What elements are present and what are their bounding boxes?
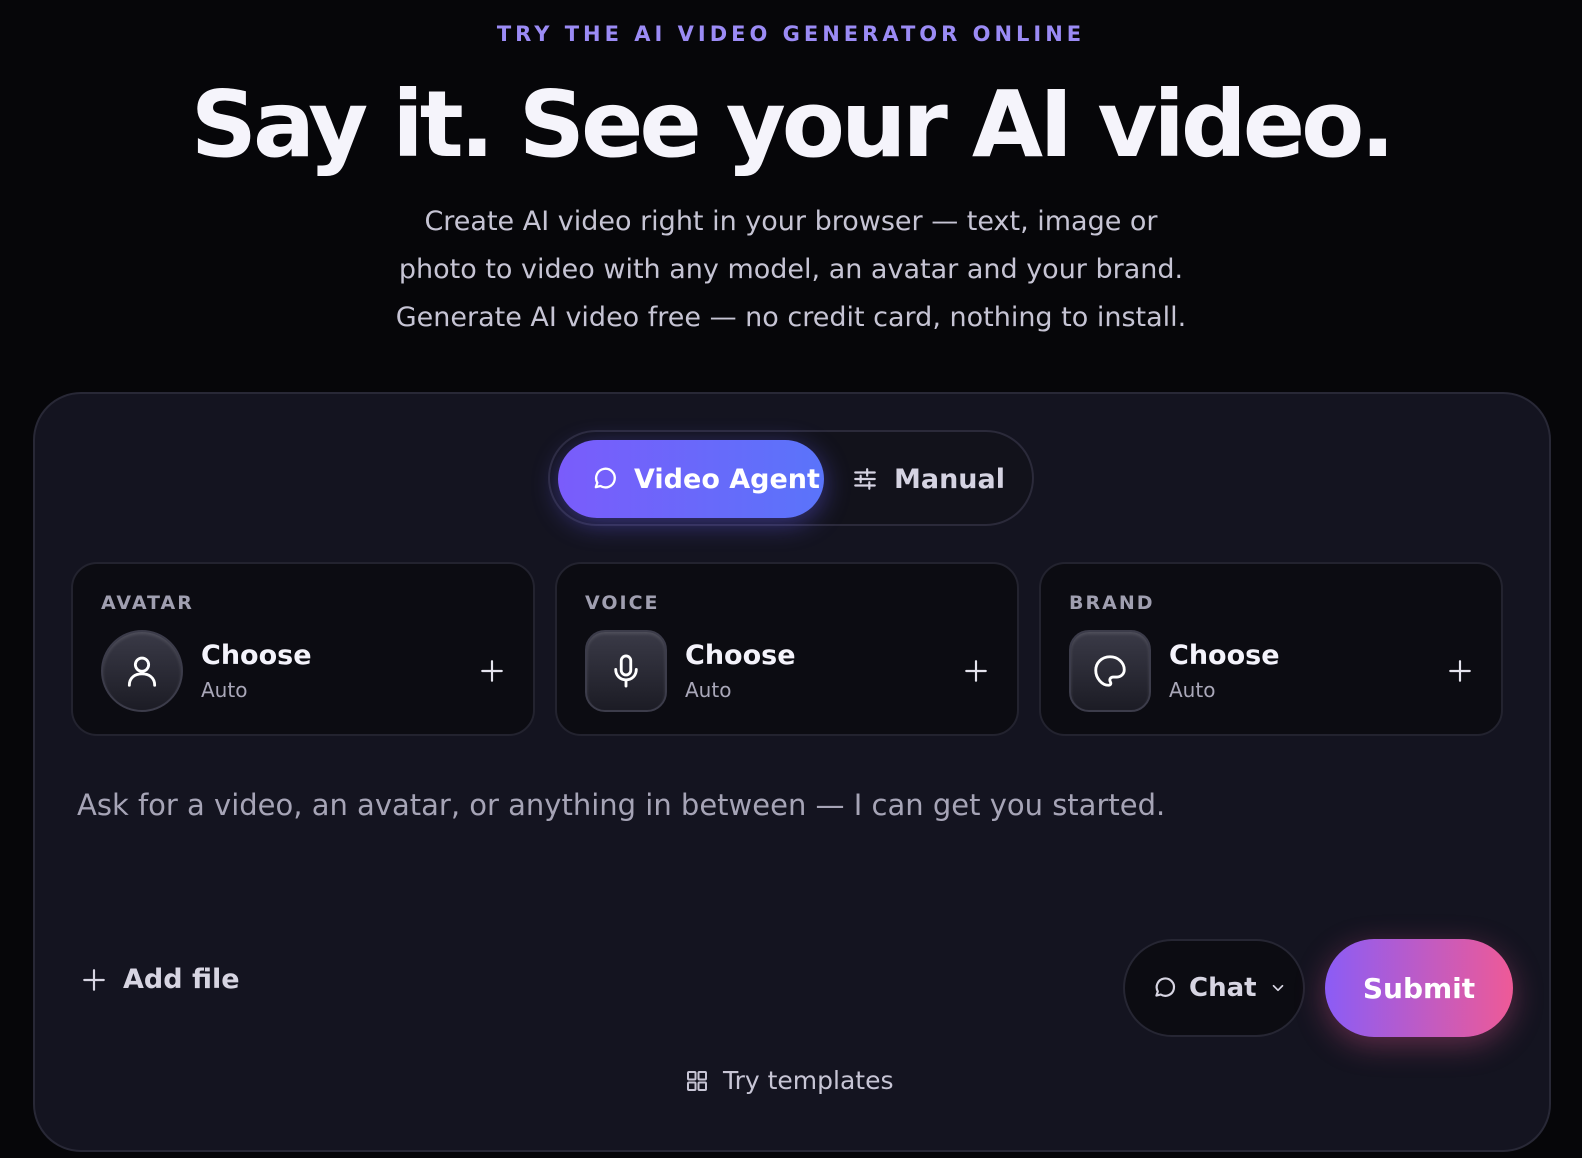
avatar-slot[interactable]: AVATAR Choose Auto	[71, 562, 535, 736]
slot-title: Choose	[685, 640, 796, 671]
grid-icon	[687, 1070, 707, 1091]
avatar-thumb	[101, 630, 183, 712]
brand-slot[interactable]: BRAND Choose Auto	[1039, 562, 1503, 736]
voice-thumb	[585, 630, 667, 712]
chat-mode-label: Chat	[1189, 973, 1257, 1003]
voice-slot[interactable]: VOICE Choose Auto	[555, 562, 1019, 736]
microphone-icon	[614, 654, 638, 688]
mode-video-agent-button[interactable]: Video Agent	[558, 440, 824, 518]
add-brand-plus-icon[interactable]	[1447, 658, 1473, 684]
page-title: Say it. See your AI video.	[190, 71, 1396, 178]
palette-icon	[1094, 655, 1126, 687]
mode-toggle: Video Agent Manual	[548, 430, 1034, 526]
subtitle: Create AI video right in your browser — …	[0, 198, 1582, 342]
slot-label: VOICE	[585, 592, 660, 614]
chat-bubble-icon	[594, 467, 616, 489]
slot-value: Auto	[1169, 678, 1216, 702]
eyebrow-text: TRY THE AI VIDEO GENERATOR ONLINE	[496, 22, 1086, 46]
subtitle-line: Generate AI video free — no credit card,…	[395, 302, 1187, 333]
add-voice-plus-icon[interactable]	[963, 658, 989, 684]
user-icon	[127, 656, 157, 687]
page: TRY THE AI VIDEO GENERATOR ONLINE Say it…	[0, 0, 1582, 1158]
add-file-label: Add file	[123, 964, 240, 995]
mode-manual-button[interactable]: Manual	[852, 440, 1022, 518]
slot-label: AVATAR	[101, 592, 194, 614]
plus-icon	[83, 968, 105, 991]
brand-thumb	[1069, 630, 1151, 712]
subtitle-line: Create AI video right in your browser — …	[424, 206, 1158, 237]
chevron-down-icon	[1272, 984, 1283, 992]
submit-button[interactable]: Submit	[1325, 939, 1513, 1037]
slot-title: Choose	[1169, 640, 1280, 671]
sliders-icon	[854, 468, 876, 490]
mode-video-agent-label: Video Agent	[634, 463, 820, 495]
chat-mode-dropdown[interactable]: Chat	[1123, 939, 1305, 1037]
add-avatar-plus-icon[interactable]	[479, 658, 505, 684]
subtitle-line: photo to video with any model, an avatar…	[398, 254, 1184, 285]
prompt-input[interactable]: Ask for a video, an avatar, or anything …	[77, 788, 1165, 822]
slot-value: Auto	[201, 678, 248, 702]
slot-title: Choose	[201, 640, 312, 671]
generator-card: Video Agent Manual AVATAR Choose Auto VO…	[33, 392, 1551, 1152]
chat-bubble-icon	[1155, 977, 1176, 997]
slot-value: Auto	[685, 678, 732, 702]
mode-manual-label: Manual	[894, 463, 1006, 495]
slot-label: BRAND	[1069, 592, 1155, 614]
try-templates-label: Try templates	[723, 1066, 894, 1095]
add-file-button[interactable]: Add file	[81, 964, 240, 995]
try-templates-link[interactable]: Try templates	[685, 1066, 894, 1095]
